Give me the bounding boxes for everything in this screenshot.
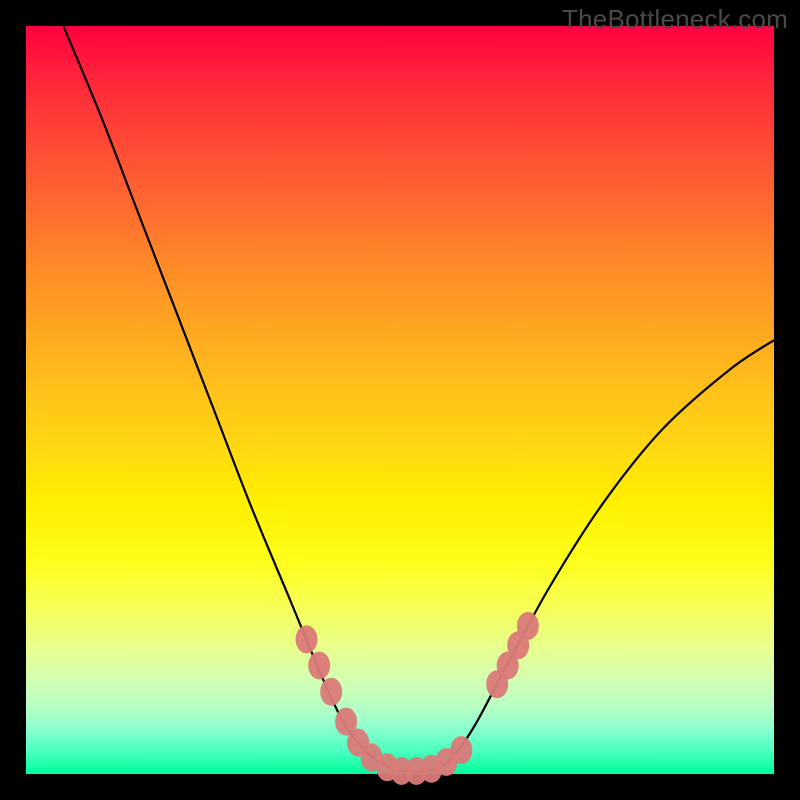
chart-svg — [26, 26, 774, 774]
watermark-text: TheBottleneck.com — [562, 4, 788, 35]
curve-marker — [450, 736, 472, 764]
curve-marker — [308, 652, 330, 680]
curve-markers — [296, 612, 539, 785]
curve-marker — [517, 612, 539, 640]
curve-marker — [320, 678, 342, 706]
bottleneck-curve — [63, 26, 774, 772]
curve-marker — [296, 625, 318, 653]
chart-plot-area — [26, 26, 774, 774]
